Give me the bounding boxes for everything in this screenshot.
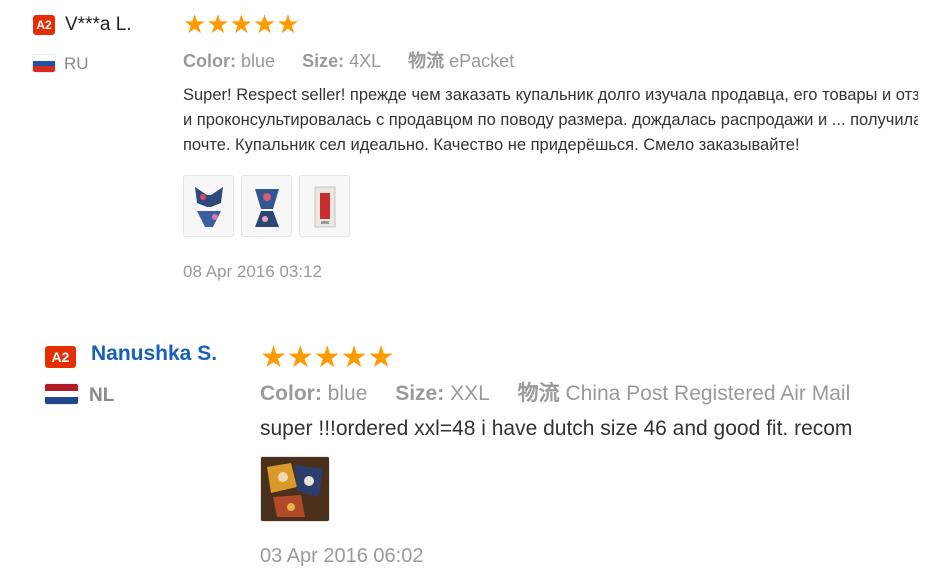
photo-icon	[314, 186, 335, 228]
order-info: Color: blue Size: 4XL 物流 ePacket	[183, 47, 514, 73]
size-value: 4XL	[349, 51, 382, 71]
color-value: blue	[241, 51, 276, 71]
review-date: 08 Apr 2016 03:12	[183, 262, 322, 281]
reviewer-country: NL	[89, 385, 115, 406]
review-item: A2 V***a L. RU ★★★★★ Color: blue Size: 4…	[0, 0, 950, 310]
shipping-value: China Post Registered Air Mail	[565, 382, 851, 405]
review-text-line: Super! Respect seller! прежде чем заказа…	[183, 86, 918, 104]
review-text: Super! Respect seller! прежде чем заказа…	[183, 83, 918, 158]
review-text-line: super !!!ordered xxl=48 i have dutch siz…	[260, 417, 853, 440]
size-label: Size:	[395, 382, 445, 405]
reviewer-name[interactable]: Nanushka S.	[91, 342, 217, 366]
color-label: Color:	[260, 382, 322, 405]
size-label: Size:	[302, 51, 345, 71]
photo-icon	[194, 187, 223, 227]
review-item: A2 Nanushka S. NL ★★★★★ Color: blue Size…	[0, 320, 950, 586]
order-info: Color: blue Size: XXL 物流 China Post Regi…	[260, 377, 850, 407]
review-date: 03 Apr 2016 06:02	[260, 545, 424, 567]
photo-icon	[254, 189, 279, 227]
star-rating: ★★★★★	[260, 341, 395, 374]
review-photo-thumbnail[interactable]	[183, 175, 234, 237]
review-photos	[260, 456, 330, 522]
review-photo-thumbnail[interactable]	[299, 175, 350, 237]
shipping-label: 物流	[517, 382, 560, 405]
reviewer-name: V***a L.	[65, 14, 132, 35]
review-photo-thumbnail[interactable]	[260, 456, 330, 522]
review-text-line: и проконсультировалась с продавцом по по…	[183, 111, 918, 129]
country-flag-icon	[33, 55, 55, 72]
photo-icon	[261, 457, 329, 521]
review-photos	[183, 175, 350, 237]
review-text: super !!!ordered xxl=48 i have dutch siz…	[260, 416, 916, 442]
review-text-line: почте. Купальник сел идеально. Качество …	[183, 136, 800, 154]
size-value: XXL	[450, 382, 490, 405]
buyer-level-badge: A2	[33, 15, 55, 35]
review-photo-thumbnail[interactable]	[241, 175, 292, 237]
color-label: Color:	[183, 51, 236, 71]
star-rating: ★★★★★	[183, 9, 300, 39]
country-flag-icon	[45, 384, 78, 404]
buyer-level-badge: A2	[45, 346, 76, 368]
shipping-label: 物流	[408, 51, 445, 71]
color-value: blue	[327, 382, 368, 405]
shipping-value: ePacket	[449, 51, 515, 71]
reviewer-country: RU	[64, 54, 89, 73]
